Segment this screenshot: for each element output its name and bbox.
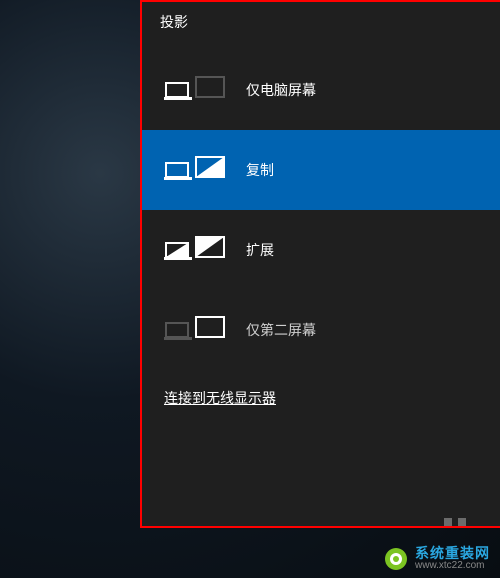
- pc-screen-only-icon: [164, 74, 226, 106]
- option-label: 复制: [246, 160, 274, 180]
- duplicate-icon: [164, 154, 226, 186]
- option-second-only[interactable]: 仅第二屏幕: [142, 290, 500, 370]
- panel-title: 投影: [142, 10, 500, 50]
- option-extend[interactable]: 扩展: [142, 210, 500, 290]
- watermark: 系统重装网 www.xtc22.com: [383, 546, 490, 572]
- second-screen-only-icon: [164, 314, 226, 346]
- extend-icon: [164, 234, 226, 266]
- watermark-logo-icon: [383, 546, 409, 572]
- option-label: 仅电脑屏幕: [246, 80, 316, 100]
- option-label: 仅第二屏幕: [246, 320, 316, 340]
- option-label: 扩展: [246, 240, 274, 260]
- watermark-title: 系统重装网: [415, 546, 490, 561]
- taskbar-peek: [444, 518, 466, 526]
- connect-wireless-link[interactable]: 连接到无线显示器: [164, 390, 276, 406]
- wireless-link-row: 连接到无线显示器: [142, 370, 500, 426]
- watermark-url: www.xtc22.com: [415, 561, 490, 572]
- project-panel: 投影 仅电脑屏幕 复制: [140, 0, 500, 528]
- option-pc-only[interactable]: 仅电脑屏幕: [142, 50, 500, 130]
- option-duplicate[interactable]: 复制: [142, 130, 500, 210]
